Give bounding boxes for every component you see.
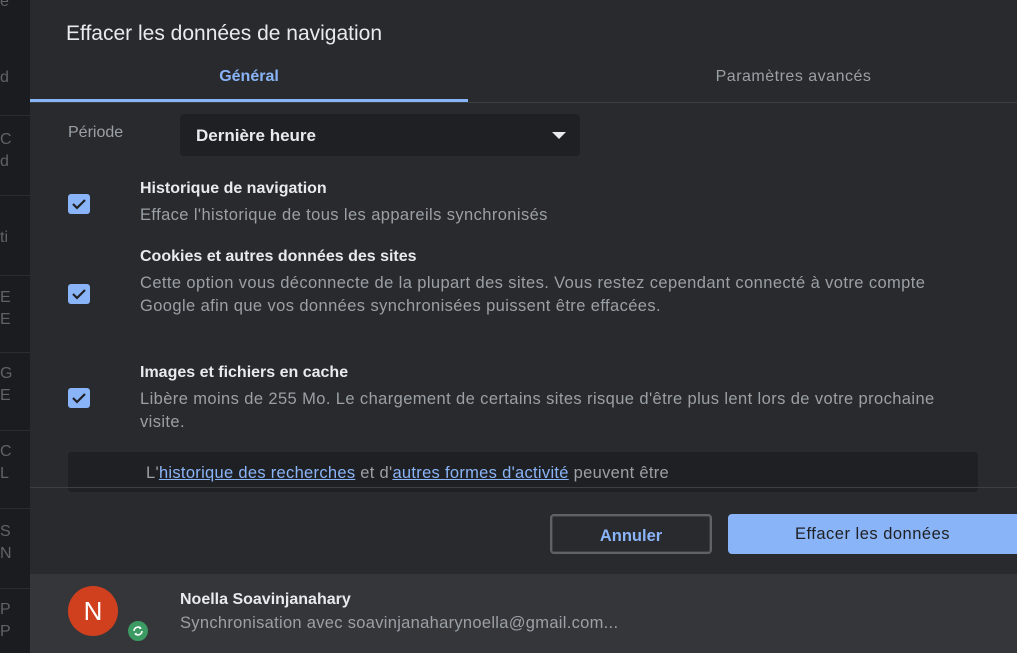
- account-name: Noella Soavinjanahary: [180, 591, 351, 608]
- period-select[interactable]: Dernière heure: [180, 114, 580, 156]
- bg-fragment: d: [0, 69, 9, 86]
- bg-fragment: d: [0, 153, 9, 170]
- bg-fragment: e: [0, 0, 9, 10]
- footer-divider: [30, 487, 1017, 488]
- notice-prefix: L': [146, 464, 159, 482]
- clear-data-button[interactable]: Effacer les données: [728, 514, 1017, 554]
- option-description: Efface l'historique de tous les appareil…: [140, 206, 548, 224]
- bg-divider: [0, 195, 30, 196]
- checkbox-browsing-history[interactable]: [68, 194, 90, 214]
- bg-fragment: P: [0, 601, 11, 618]
- bg-divider: [0, 430, 30, 431]
- notice-text: L'historique des recherches et d'autres …: [146, 464, 669, 483]
- bg-fragment: L: [0, 465, 9, 482]
- bg-fragment: S: [0, 523, 11, 540]
- bg-divider: [0, 275, 30, 276]
- clear-browsing-data-dialog: Effacer les données de navigation Généra…: [30, 0, 1017, 653]
- bg-divider: [0, 508, 30, 509]
- period-select-value: Dernière heure: [196, 126, 316, 145]
- account-sync-status: Synchronisation avec soavinjanaharynoell…: [180, 614, 619, 632]
- link-other-activity[interactable]: autres formes d'activité: [392, 464, 568, 482]
- dropdown-arrow-icon: [552, 132, 566, 139]
- avatar-initial: N: [83, 596, 103, 626]
- account-sync-bar: N Noella Soavinjanahary Synchronisation …: [30, 574, 1017, 653]
- period-label: Période: [68, 124, 124, 141]
- checkbox-cookies[interactable]: [68, 284, 90, 304]
- avatar: N: [68, 586, 118, 636]
- bg-fragment: C: [0, 131, 12, 148]
- bg-fragment: C: [0, 443, 12, 460]
- bg-fragment: ti: [0, 229, 8, 246]
- activity-notice: L'historique des recherches et d'autres …: [68, 452, 978, 492]
- sync-arrows-icon: [133, 626, 143, 636]
- dialog-title: Effacer les données de navigation: [66, 22, 383, 45]
- bg-fragment: N: [0, 545, 12, 562]
- bg-divider: [0, 588, 30, 589]
- bg-fragment: E: [0, 289, 11, 306]
- option-title: Images et fichiers en cache: [140, 364, 349, 381]
- checkmark-icon: [72, 393, 86, 404]
- background-settings-strip: e d C d ti E E G E C L S N P P: [0, 0, 30, 653]
- option-title: Cookies et autres données des sites: [140, 248, 417, 265]
- option-title: Historique de navigation: [140, 180, 327, 197]
- tab-advanced[interactable]: Paramètres avancés: [570, 60, 1017, 100]
- tab-general[interactable]: Général: [30, 60, 468, 100]
- cancel-button[interactable]: Annuler: [550, 514, 712, 554]
- notice-suffix: peuvent être: [568, 464, 669, 482]
- tab-bar: Général Paramètres avancés: [30, 60, 1017, 103]
- option-description: Cette option vous déconnecte de la plupa…: [140, 274, 926, 315]
- checkbox-cached-images[interactable]: [68, 388, 90, 408]
- checkmark-icon: [72, 199, 86, 210]
- link-search-history[interactable]: historique des recherches: [159, 464, 355, 482]
- tab-selected-indicator: [30, 99, 468, 102]
- bg-fragment: E: [0, 387, 11, 404]
- bg-fragment: P: [0, 623, 11, 640]
- bg-fragment: E: [0, 311, 11, 328]
- option-description: Libère moins de 255 Mo. Le chargement de…: [140, 390, 935, 431]
- bg-divider: [0, 115, 30, 116]
- checkmark-icon: [72, 289, 86, 300]
- bg-fragment: G: [0, 365, 13, 382]
- sync-icon: [126, 619, 150, 643]
- bg-divider: [0, 352, 30, 353]
- notice-middle: et d': [355, 464, 393, 482]
